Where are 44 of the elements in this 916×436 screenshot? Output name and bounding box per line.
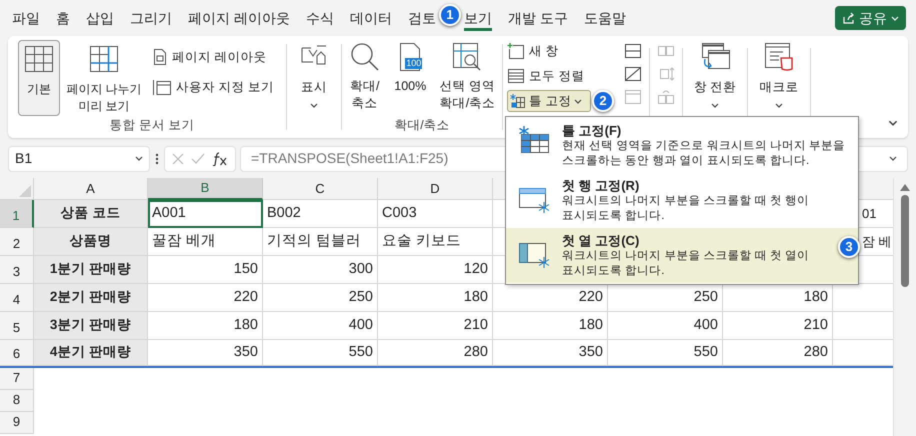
- cell-reference: B1: [15, 149, 32, 168]
- table-cell: 180: [723, 284, 833, 312]
- table-cell: 상품명: [34, 228, 148, 256]
- table-cell: 210: [723, 312, 833, 340]
- table-cell: 250: [263, 284, 378, 312]
- table-cell: 3분기 판매량: [34, 312, 148, 340]
- table-cell: 기적의 텀블러: [263, 228, 378, 256]
- table-cell: 550: [608, 340, 723, 366]
- table-cell: 요술 키보드: [378, 228, 493, 256]
- group-label: 확대/축소: [393, 117, 451, 134]
- group-label: 통합 문서 보기: [108, 117, 196, 134]
- menu-item-title: 틀 고정(F): [562, 123, 622, 139]
- table-cell: 210: [378, 312, 493, 340]
- table-cell: 400: [263, 312, 378, 340]
- table-cell: 180: [493, 312, 608, 340]
- table-cell: C003: [378, 200, 493, 228]
- table-cell: 550: [263, 340, 378, 366]
- callout-badge: 2: [592, 90, 614, 112]
- table-cell: 280: [723, 340, 833, 366]
- table-cell: 350: [148, 340, 263, 366]
- table-cell: 280: [378, 340, 493, 366]
- table-cell: 180: [378, 284, 493, 312]
- table-cell: A001: [148, 200, 263, 228]
- table-cell: 1분기 판매량: [34, 256, 148, 284]
- table-cell: 150: [148, 256, 263, 284]
- table-cell: 180: [148, 312, 263, 340]
- table-cell: 300: [263, 256, 378, 284]
- menu-item-description: 현재 선택 영역을 기준으로 워크시트의 나머지 부분을 스크롤하는 동안 행과 열이 표시되도록 합니다.: [562, 139, 846, 169]
- table-cell: 250: [608, 284, 723, 312]
- table-cell: 꿀잠 베개: [148, 228, 263, 256]
- menu-item-title: 첫 행 고정(R): [562, 178, 640, 194]
- table-cell: 400: [608, 312, 723, 340]
- table-cell: 상품 코드: [34, 200, 148, 228]
- table-cell: B002: [263, 200, 378, 228]
- table-cell: 350: [493, 340, 608, 366]
- table-cell: 220: [148, 284, 263, 312]
- table-cell: 4분기 판매량: [34, 340, 148, 366]
- menu-item-title: 첫 열 고정(C): [562, 233, 640, 249]
- table-cell: 220: [493, 284, 608, 312]
- callout-badge: 1: [438, 4, 461, 26]
- menu-item-description: 워크시트의 나머지 부분을 스크롤할 때 첫 열이 표시되도록 합니다.: [562, 249, 810, 279]
- table-cell: 2분기 판매량: [34, 284, 148, 312]
- table-cell: 120: [378, 256, 493, 284]
- menu-item-description: 워크시트의 나머지 부분을 스크롤할 때 첫 행이 표시되도록 합니다.: [562, 194, 810, 224]
